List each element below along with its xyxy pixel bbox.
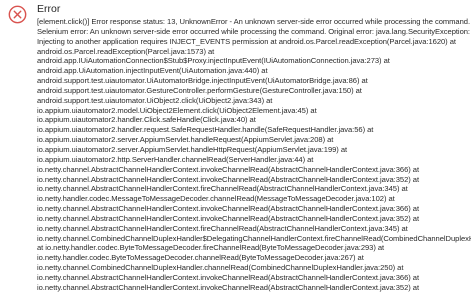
error-dialog: Error [element.click()] Error response s…	[0, 0, 474, 296]
error-message-line: io.netty.channel.AbstractChannelHandlerC…	[37, 213, 420, 223]
error-message-line: android.os.Parcel.readException(Parcel.j…	[37, 46, 215, 56]
error-message-line: io.netty.channel.CombinedChannelDuplexHa…	[37, 233, 471, 243]
error-message-line: Injecting to another application require…	[37, 36, 456, 46]
error-message-line: io.netty.channel.AbstractChannelHandlerC…	[37, 184, 408, 194]
error-message-line: io.netty.channel.AbstractChannelHandlerC…	[37, 223, 408, 233]
error-message-line: io.appium.uiautomator2.http.ServerHandle…	[37, 154, 314, 164]
error-message-line: [element.click()] Error response status:…	[37, 17, 471, 26]
error-message-line: io.appium.uiautomator2.server.AppiumServ…	[37, 135, 334, 145]
error-message-line: io.netty.handler.codec.MessageToMessageD…	[37, 194, 395, 204]
error-message-line: io.appium.uiautomator2.handler.request.S…	[37, 125, 374, 135]
error-message-line: io.netty.channel.CombinedChannelDuplexHa…	[37, 263, 404, 273]
error-message-line: io.netty.handler.codec.ByteToMessageDeco…	[37, 253, 364, 263]
error-message-line: android.support.test.uiautomator.UiAutom…	[37, 76, 368, 86]
error-message-line: io.appium.uiautomator2.model.UiObject2El…	[37, 105, 317, 115]
error-message-line: io.appium.uiautomator2.handler.Click.saf…	[37, 115, 256, 125]
error-circle-x-icon	[8, 5, 27, 24]
error-message-line: android.app.IUiAutomationConnection$Stub…	[37, 56, 390, 66]
dialog-title: Error	[37, 3, 61, 15]
error-message-line: android.app.UiAutomation.injectInputEven…	[37, 66, 268, 76]
error-message-line: at io.netty.handler.codec.ByteToMessageD…	[37, 243, 385, 253]
error-message: [element.click()] Error response status:…	[37, 17, 471, 293]
error-message-line: io.netty.channel.AbstractChannelHandlerC…	[37, 204, 420, 214]
error-message-line: io.netty.channel.AbstractChannelHandlerC…	[37, 174, 420, 184]
error-message-line: io.netty.channel.AbstractChannelHandlerC…	[37, 272, 420, 282]
error-message-line: io.appium.uiautomator2.server.AppiumServ…	[37, 144, 348, 154]
error-message-line: io.netty.channel.AbstractChannelHandlerC…	[37, 282, 420, 292]
error-message-line: Selenium error: An unknown server-side e…	[37, 26, 470, 36]
error-message-line: android.support.test.uiautomator.UiObjec…	[37, 95, 273, 105]
error-message-line: android.support.test.uiautomator.Gesture…	[37, 85, 362, 95]
error-message-line: io.netty.channel.AbstractChannelHandlerC…	[37, 164, 420, 174]
